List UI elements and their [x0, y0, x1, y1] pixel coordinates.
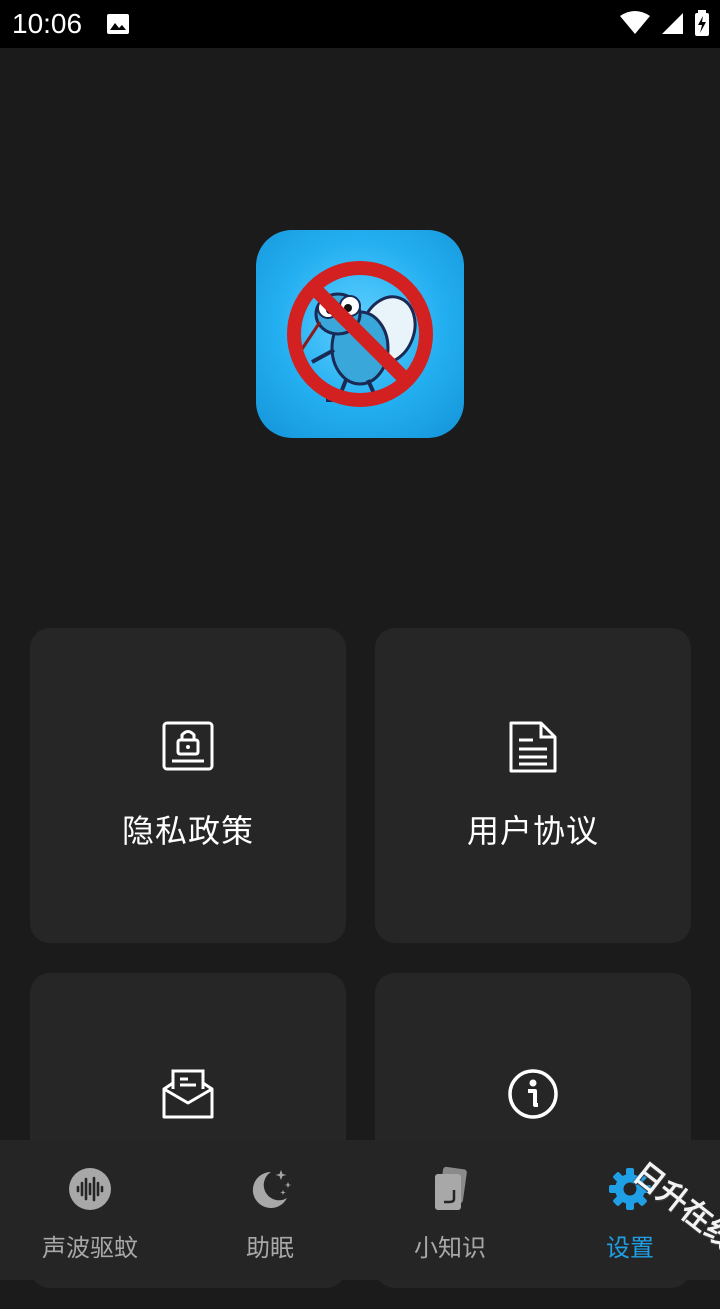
privacy-policy-card[interactable]: 隐私政策 — [30, 628, 346, 943]
battery-icon — [695, 10, 709, 36]
envelope-message-icon — [162, 1069, 214, 1119]
sound-wave-icon — [69, 1168, 111, 1210]
image-notification-icon — [107, 14, 129, 34]
wifi-icon — [620, 11, 650, 34]
signal-icon — [662, 13, 683, 34]
status-icons — [620, 10, 710, 36]
info-circle-icon — [508, 1069, 558, 1119]
status-bar: 10:06 — [0, 0, 720, 48]
moon-stars-icon — [252, 1170, 292, 1208]
no-mosquito-icon — [287, 261, 433, 407]
nav-item-sound-wave[interactable]: 声波驱蚊 — [0, 1140, 180, 1280]
status-time: 10:06 — [12, 8, 83, 39]
privacy-policy-label: 隐私政策 — [121, 812, 254, 850]
document-lines-icon — [509, 721, 557, 773]
app-logo — [256, 230, 464, 438]
privacy-lock-document-icon — [162, 721, 214, 771]
nav-label-sound-wave: 声波驱蚊 — [42, 1234, 138, 1262]
user-agreement-label: 用户协议 — [466, 812, 599, 850]
nav-item-sleep[interactable]: 助眠 — [180, 1140, 360, 1280]
nav-item-knowledge[interactable]: 小知识 — [360, 1140, 540, 1280]
nav-label-sleep: 助眠 — [246, 1234, 294, 1262]
cards-icon — [435, 1166, 467, 1210]
nav-label-knowledge: 小知识 — [414, 1234, 486, 1262]
user-agreement-card[interactable]: 用户协议 — [375, 628, 691, 943]
